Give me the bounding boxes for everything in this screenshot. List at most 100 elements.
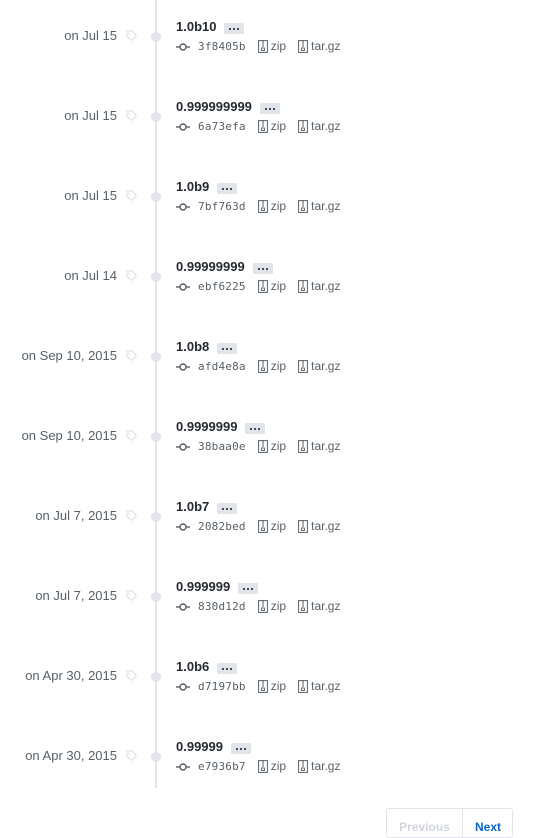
file-zip-icon (298, 359, 309, 373)
zip-label: zip (270, 119, 287, 133)
ellipsis-icon[interactable] (224, 22, 245, 34)
release-item: on Apr 30, 2015 0.99999 e7936b7 zip tar.… (0, 728, 540, 808)
ellipsis-icon[interactable] (217, 182, 238, 194)
release-date[interactable]: on Jul 14 (64, 268, 117, 284)
release-version-link[interactable]: 1.0b9 (176, 178, 209, 196)
release-date[interactable]: on Jul 7, 2015 (35, 588, 117, 604)
commit-sha-link[interactable]: 3f8405b (198, 40, 246, 53)
release-item: on Jul 15 1.0b10 3f8405b zip tar.gz (0, 8, 540, 88)
ellipsis-icon[interactable] (217, 502, 238, 514)
download-targz-link[interactable]: tar.gz (298, 439, 340, 453)
previous-button[interactable]: Previous (387, 809, 463, 837)
commit-sha-link[interactable]: afd4e8a (198, 360, 246, 373)
release-header: 1.0b9 (176, 178, 238, 196)
ellipsis-icon[interactable] (217, 342, 238, 354)
download-zip-link[interactable]: zip (257, 439, 286, 453)
download-zip-link[interactable]: zip (257, 119, 287, 133)
download-zip-link[interactable]: zip (257, 359, 286, 373)
release-header: 0.999999 (176, 578, 259, 596)
release-date[interactable]: on Apr 30, 2015 (25, 668, 117, 684)
download-zip-link[interactable]: zip (257, 39, 287, 53)
timeline-dot (151, 432, 161, 442)
download-targz-link[interactable]: tar.gz (298, 519, 340, 533)
file-zip-icon (257, 439, 268, 453)
targz-label: tar.gz (311, 119, 341, 133)
commit-sha-link[interactable]: 7bf763d (198, 200, 246, 213)
download-zip-link[interactable]: zip (257, 679, 286, 693)
release-meta: ebf6225 zip tar.gz (176, 277, 352, 295)
release-header: 0.99999999 (176, 258, 273, 276)
download-zip-link[interactable]: zip (257, 759, 286, 773)
release-date[interactable]: on Apr 30, 2015 (25, 748, 117, 764)
release-meta: 2082bed zip tar.gz (176, 517, 352, 535)
release-version-link[interactable]: 1.0b7 (176, 498, 209, 516)
release-version-link[interactable]: 1.0b8 (176, 338, 209, 356)
pagination: Previous Next (386, 808, 513, 838)
release-meta: d7197bb zip tar.gz (176, 677, 352, 695)
timeline-dot (151, 592, 161, 602)
git-commit-icon (176, 761, 190, 771)
targz-label: tar.gz (311, 39, 341, 53)
release-date[interactable]: on Jul 15 (64, 108, 117, 124)
release-version-link[interactable]: 1.0b10 (176, 18, 216, 36)
zip-label: zip (270, 599, 287, 613)
zip-label: zip (270, 279, 287, 293)
release-date[interactable]: on Sep 10, 2015 (22, 348, 117, 364)
targz-label: tar.gz (311, 519, 341, 533)
targz-label: tar.gz (311, 279, 341, 293)
release-date[interactable]: on Jul 15 (64, 188, 117, 204)
download-targz-link[interactable]: tar.gz (298, 199, 340, 213)
commit-sha-link[interactable]: d7197bb (198, 680, 246, 693)
git-commit-icon (176, 121, 190, 131)
download-targz-link[interactable]: tar.gz (298, 119, 340, 133)
download-targz-link[interactable]: tar.gz (298, 39, 340, 53)
download-targz-link[interactable]: tar.gz (298, 679, 340, 693)
commit-sha-link[interactable]: 38baa0e (198, 440, 246, 453)
download-zip-link[interactable]: zip (257, 519, 286, 533)
ellipsis-icon[interactable] (238, 582, 259, 594)
ellipsis-icon[interactable] (217, 662, 238, 674)
release-version-link[interactable]: 0.999999999 (176, 98, 252, 116)
release-version-link[interactable]: 0.999999 (176, 578, 230, 596)
ellipsis-icon[interactable] (252, 262, 273, 274)
release-version-link[interactable]: 0.9999999 (176, 418, 237, 436)
release-version-link[interactable]: 0.99999 (176, 738, 223, 756)
git-commit-icon (176, 201, 190, 211)
commit-sha-link[interactable]: ebf6225 (198, 280, 246, 293)
zip-label: zip (270, 39, 287, 53)
release-meta: 3f8405b zip tar.gz (176, 37, 352, 55)
release-version-link[interactable]: 1.0b6 (176, 658, 209, 676)
download-targz-link[interactable]: tar.gz (298, 599, 340, 613)
release-header: 1.0b10 (176, 18, 245, 36)
download-targz-link[interactable]: tar.gz (298, 359, 340, 373)
release-meta: 6a73efa zip tar.gz (176, 117, 352, 135)
commit-sha-link[interactable]: e7936b7 (198, 760, 246, 773)
release-item: on Jul 15 1.0b9 7bf763d zip tar.gz (0, 168, 540, 248)
git-commit-icon (176, 441, 190, 451)
tag-icon (124, 428, 138, 444)
release-version-link[interactable]: 0.99999999 (176, 258, 245, 276)
release-date[interactable]: on Jul 15 (64, 28, 117, 44)
download-zip-link[interactable]: zip (257, 199, 286, 213)
file-zip-icon (257, 119, 268, 133)
targz-label: tar.gz (311, 759, 341, 773)
commit-sha-link[interactable]: 6a73efa (198, 120, 246, 133)
download-zip-link[interactable]: zip (257, 599, 287, 613)
release-item: on Jul 14 0.99999999 ebf6225 zip tar.gz (0, 248, 540, 328)
file-zip-icon (298, 759, 309, 773)
ellipsis-icon[interactable] (245, 422, 266, 434)
download-zip-link[interactable]: zip (257, 279, 287, 293)
commit-sha-link[interactable]: 2082bed (198, 520, 246, 533)
release-date[interactable]: on Sep 10, 2015 (22, 428, 117, 444)
tag-icon (124, 588, 138, 604)
git-commit-icon (176, 601, 190, 611)
next-button[interactable]: Next (463, 809, 512, 837)
commit-sha-link[interactable]: 830d12d (198, 600, 246, 613)
download-targz-link[interactable]: tar.gz (298, 279, 340, 293)
ellipsis-icon[interactable] (259, 102, 280, 114)
download-targz-link[interactable]: tar.gz (298, 759, 340, 773)
targz-label: tar.gz (311, 439, 341, 453)
git-commit-icon (176, 681, 190, 691)
ellipsis-icon[interactable] (231, 742, 251, 754)
release-date[interactable]: on Jul 7, 2015 (35, 508, 117, 524)
